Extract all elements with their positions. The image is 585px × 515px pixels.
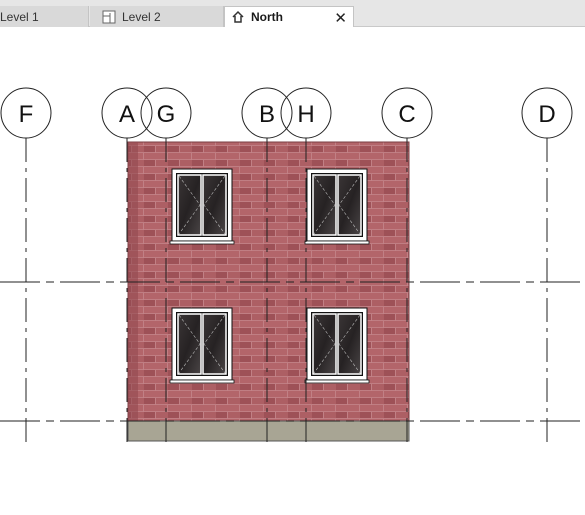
tab-level-1[interactable]: Level 1 (0, 6, 89, 27)
floor-plan-icon (102, 10, 116, 24)
elevation-house-icon (231, 10, 245, 24)
grid-label-g: G (157, 101, 176, 128)
tab-north[interactable]: North ✕ (224, 6, 354, 27)
grid-label-d: D (538, 101, 555, 128)
foundation[interactable] (127, 420, 410, 442)
grid-label-h: H (297, 101, 314, 128)
close-icon[interactable]: ✕ (334, 9, 347, 27)
window-1[interactable] (169, 168, 235, 245)
grid-label-a: A (119, 101, 135, 128)
window-2[interactable] (304, 168, 370, 245)
grid-label-f: F (19, 101, 34, 128)
window-3[interactable] (169, 307, 235, 384)
elevation-drawing: F AG BH C D (0, 87, 585, 445)
grid-label-c: C (398, 101, 415, 128)
tab-label: North (251, 10, 283, 24)
tab-level-2[interactable]: Level 2 (90, 6, 224, 27)
tab-label: Level 2 (122, 9, 161, 24)
elevation-view-canvas[interactable]: F AG BH C D (0, 27, 585, 515)
window-4[interactable] (304, 307, 370, 384)
grid-label-b: B (259, 101, 275, 128)
tab-label: Level 1 (0, 9, 39, 24)
view-tab-bar: Level 1 Level 2 North ✕ (0, 0, 585, 27)
